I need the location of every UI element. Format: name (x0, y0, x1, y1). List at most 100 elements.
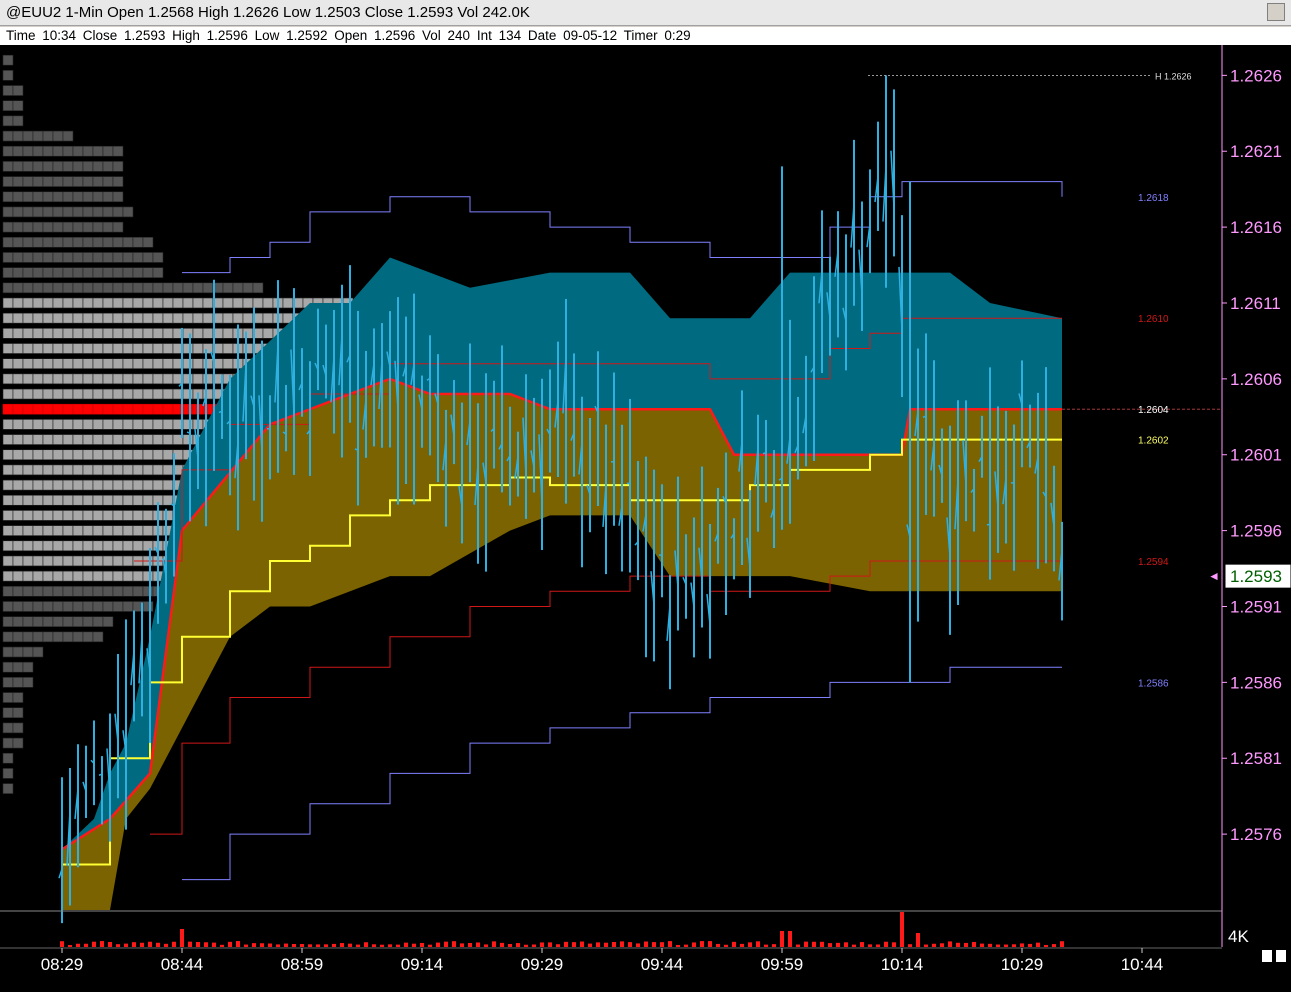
profile-cell (22, 221, 34, 233)
window-close-button[interactable] (1267, 3, 1285, 21)
y-tick-label: 1.2601 (1230, 446, 1282, 465)
line-value-label: 1.2618 (1138, 193, 1169, 204)
profile-cell (52, 297, 64, 309)
volume-bar (860, 942, 864, 947)
profile-cell (92, 373, 104, 385)
volume-bar (188, 941, 192, 947)
profile-cell (72, 373, 84, 385)
volume-bar (460, 943, 464, 947)
profile-cell (42, 176, 54, 187)
profile-cell (52, 221, 64, 233)
volume-bar (68, 944, 72, 947)
profile-cell (42, 221, 54, 233)
profile-cell (52, 540, 64, 552)
profile-cell (62, 176, 74, 187)
profile-cell (202, 358, 214, 369)
profile-cell (182, 343, 194, 354)
profile-cell (82, 616, 94, 627)
volume-bar (876, 944, 880, 947)
profile-cell (52, 191, 64, 203)
profile-cell (52, 343, 64, 354)
price-chart[interactable]: 1.2618 1.2610 1.2604 1.2602 1.2594 1.2586 H 1.… (0, 45, 1291, 992)
volume-bar (724, 944, 728, 947)
profile-cell (82, 328, 94, 339)
profile-cell (2, 677, 14, 688)
profile-cell (182, 328, 194, 339)
profile-cell (72, 555, 84, 567)
last-price-arrow-icon: ◄ (1208, 569, 1220, 583)
profile-cell (192, 297, 204, 309)
x-tick-label: 08:44 (161, 955, 204, 974)
profile-cell (62, 419, 74, 430)
y-tick-label: 1.2621 (1230, 142, 1282, 161)
profile-cell (12, 130, 24, 142)
profile-cell (242, 282, 254, 294)
profile-cell (152, 358, 164, 369)
profile-cell (32, 631, 44, 643)
profile-cell (62, 570, 74, 582)
profile-cell (222, 282, 234, 294)
profile-cell (262, 328, 274, 339)
profile-row (2, 282, 264, 294)
profile-cell (242, 312, 254, 324)
profile-cell (92, 494, 104, 506)
profile-cell (112, 252, 124, 263)
volume-bar (732, 941, 736, 947)
profile-cell (72, 464, 84, 476)
profile-cell (72, 221, 84, 233)
profile-cell (82, 236, 94, 248)
profile-cell (102, 601, 114, 612)
volume-bar (652, 942, 656, 947)
profile-cell (12, 737, 24, 749)
profile-cell (72, 252, 84, 263)
profile-cell (92, 479, 104, 491)
profile-cell (32, 525, 44, 536)
profile-cell (12, 616, 24, 627)
profile-cell (52, 494, 64, 506)
profile-cell (62, 449, 74, 461)
profile-cell (172, 297, 184, 309)
profile-cell (152, 267, 164, 278)
profile-cell (162, 312, 174, 324)
y-tick-label: 1.2581 (1230, 749, 1282, 768)
profile-cell (72, 145, 84, 157)
volume-bar (988, 943, 992, 947)
volume-bar (980, 943, 984, 947)
profile-cell (132, 343, 144, 354)
profile-cell (92, 510, 104, 521)
profile-cell (22, 297, 34, 309)
profile-cell (22, 312, 34, 324)
profile-cell (2, 70, 14, 81)
profile-cell (2, 570, 14, 582)
profile-cell (102, 161, 114, 172)
volume-bar (612, 941, 616, 947)
volume-bar (1020, 943, 1024, 947)
profile-cell (52, 328, 64, 339)
volume-bar (332, 943, 336, 947)
profile-cell (12, 297, 24, 309)
volume-bar (140, 942, 144, 947)
volume-bar (156, 942, 160, 947)
profile-cell (12, 555, 24, 567)
profile-cell (82, 631, 94, 643)
profile-cell (252, 297, 264, 309)
price-bar-open-tick (1010, 481, 1015, 485)
profile-cell (72, 449, 84, 461)
profile-cell (142, 464, 154, 476)
profile-row (2, 100, 24, 112)
volume-bar (948, 941, 952, 947)
profile-cell (32, 646, 44, 658)
profile-cell (222, 297, 234, 309)
profile-cell (62, 555, 74, 567)
volume-bar (700, 941, 704, 947)
volume-bar (772, 944, 776, 947)
profile-cell (32, 464, 44, 476)
profile-cell (162, 343, 174, 354)
profile-cell (62, 510, 74, 521)
volume-bar (964, 942, 968, 947)
profile-cell (182, 403, 194, 415)
profile-cell (52, 555, 64, 567)
profile-cell (2, 236, 14, 248)
volume-bar (204, 942, 208, 947)
profile-cell (2, 343, 14, 354)
